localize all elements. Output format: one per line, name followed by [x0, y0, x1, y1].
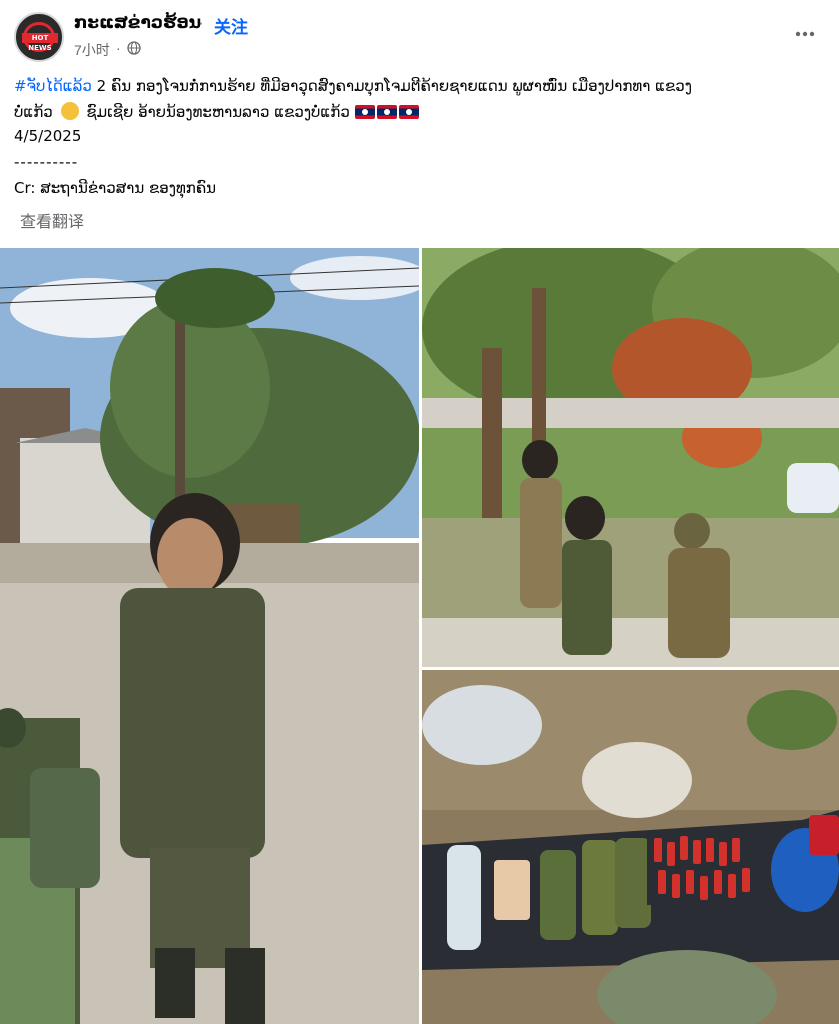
- see-translation-link[interactable]: 查看翻译: [20, 208, 84, 232]
- post-header: HOT NEWS ກະແສຂ່າວຮ້ອນ · 关注 7小时 ·: [0, 0, 839, 70]
- laos-flag-icon: [376, 105, 397, 119]
- post-divider: ----------: [14, 153, 79, 171]
- post-timestamp[interactable]: 7小时: [74, 40, 110, 60]
- post-line-2-text-b: ຊົມເຊີຍ ອ້າຍນ້ອງທະຫານລາວ ແຂວງບໍ່ແກ້ວ: [86, 103, 350, 121]
- post-line-1-text: 2 ຄົນ ກອງໂຈນກໍ່ການຮ້າຍ ທີ່ມີອາວຸດສົງຄາມບ…: [91, 77, 692, 95]
- meta-separator: ·: [116, 40, 121, 56]
- laos-flag-icon: [398, 105, 419, 119]
- clapping-hands-emoji-icon: [60, 102, 79, 120]
- more-options-icon[interactable]: [792, 24, 818, 44]
- avatar-logo-text: HOT NEWS: [22, 33, 58, 52]
- photo-grid: [0, 248, 839, 1024]
- hashtag-link[interactable]: #ຈັບໄດ້ແລ້ວ: [14, 77, 92, 95]
- laos-flag-icon: [354, 105, 375, 119]
- post-credit: Cr: ສະຖານີຂ່າວສານ ຂອງທຸກຄົນ: [14, 179, 217, 197]
- post-line-2-text-a: ບໍ່ແກ້ວ: [14, 103, 53, 121]
- photo-seized-items[interactable]: [422, 670, 839, 1024]
- photo-detainee-road[interactable]: [0, 248, 419, 1024]
- photo-soldiers-escort[interactable]: [422, 248, 839, 667]
- name-separator: ·: [198, 13, 204, 32]
- follow-button[interactable]: 关注: [214, 13, 248, 38]
- page-name-link[interactable]: ກະແສຂ່າວຮ້ອນ: [74, 13, 201, 33]
- page-avatar[interactable]: HOT NEWS: [14, 12, 64, 62]
- post-line-1: #ຈັບໄດ້ແລ້ວ 2 ຄົນ ກອງໂຈນກໍ່ການຮ້າຍ ທີ່ມີ…: [14, 72, 692, 100]
- post-date: 4/5/2025: [14, 127, 82, 145]
- globe-icon[interactable]: [127, 41, 141, 55]
